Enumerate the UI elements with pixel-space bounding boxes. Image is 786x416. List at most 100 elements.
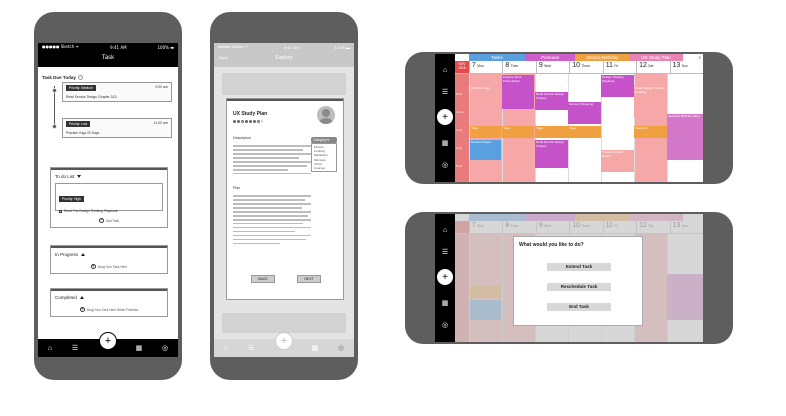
home-icon[interactable]: ⌂	[443, 227, 447, 234]
study-plan-modal: UX Study Plan 4 Description Category ▾ F…	[226, 98, 344, 300]
calendar-event[interactable]: Design Thinking Playbook	[601, 75, 634, 97]
todo-title[interactable]: To do List	[51, 170, 167, 183]
plan-text	[233, 195, 311, 247]
home-icon[interactable]: ⌂	[224, 345, 228, 352]
todo-section: To do List Priority: High Read The Desig…	[50, 167, 168, 228]
chevron-up-icon[interactable]	[79, 296, 84, 299]
category-option[interactable]: Courses	[314, 166, 334, 170]
chevron-up-icon[interactable]	[81, 253, 86, 256]
add-button[interactable]: +	[437, 109, 453, 126]
todo-item[interactable]: Read The Design Thinking Playbook.	[59, 209, 159, 213]
category-dropdown[interactable]: Category ▾ Fitness Cooking Meditation Sk…	[311, 137, 337, 173]
add-task-button[interactable]: + Add Task	[51, 215, 167, 227]
checkbox[interactable]	[59, 209, 62, 213]
task-card[interactable]: Priority: Low 11:00 am Practice Yoga 20 …	[62, 118, 172, 138]
calendar-event[interactable]: Yoga	[535, 126, 568, 138]
tab-personal[interactable]: Personal	[525, 54, 575, 61]
side-nav: ⌂ ☰ + ▦ ◎	[435, 54, 455, 182]
tab-ux-study-plan[interactable]: UX Study Plan	[629, 54, 683, 61]
calendar-event[interactable]: Review Project	[470, 140, 501, 160]
list-icon[interactable]: ☰	[72, 344, 78, 352]
globe-icon[interactable]: ◎	[442, 321, 448, 329]
completed-title[interactable]: Completed	[51, 291, 167, 304]
day-header-cell[interactable]: 10 Thurs	[569, 61, 602, 73]
down-arrow-icon: ▾	[90, 263, 96, 269]
add-button[interactable]: +	[99, 332, 117, 350]
status-bar: ●●●●● Sketch ᯤ 9:41 AM 100% ▬	[214, 43, 354, 51]
reschedule-task-button[interactable]: Reschedule Task	[547, 283, 611, 291]
priority-tag: Priority: Medium	[66, 85, 96, 91]
battery: 100% ▬	[157, 44, 174, 50]
calendar-event[interactable]: Practice Yoga	[470, 86, 501, 102]
task-card[interactable]: Priority: Medium 9:00 am Read Service De…	[62, 82, 172, 102]
category-options: Fitness Cooking Meditation Skincare UX/U…	[311, 143, 337, 173]
calendar-event[interactable]: Study UX	[634, 126, 667, 138]
due-heading: Task Due Today	[38, 67, 178, 82]
carrier: ●●●●● Sketch ᯤ	[42, 44, 80, 49]
globe-icon[interactable]: ◎	[338, 344, 344, 352]
calendar-icon[interactable]: ▦	[312, 344, 319, 352]
tablet-task-dialog: ⌂ ☰ + ▦ ◎ 7 Mon 8 Tues 9 Wed 10 Thurs 11…	[405, 212, 733, 344]
calendar-event[interactable]: Read Design Thinking Reading	[634, 86, 667, 118]
background-card	[222, 313, 346, 333]
next-button[interactable]: NEXT	[297, 275, 321, 283]
day-header-cell[interactable]: 7 Mon	[469, 61, 502, 73]
plus-icon: +	[98, 217, 104, 223]
drop-zone[interactable]: ▾ Drag Your Task Here	[51, 261, 167, 273]
list-icon[interactable]: ☰	[442, 88, 448, 96]
list-icon[interactable]: ☰	[248, 344, 254, 352]
calendar-event[interactable]: Prepare Work Presentation	[502, 75, 534, 109]
home-icon[interactable]: ⌂	[48, 345, 52, 352]
week-grid: 9 am 11 am 1 pm 3 pm 5 pm Prepare Work Prese…	[455, 74, 703, 182]
task-text: Read Service Design Chapter 2&3.	[66, 95, 118, 99]
calendar-event[interactable]: Read Service Design Chapter	[535, 92, 568, 110]
info-icon[interactable]	[77, 75, 83, 80]
calendar-icon[interactable]: ▦	[136, 344, 143, 352]
plan-label: Plan	[233, 186, 241, 190]
timeline-dot	[52, 124, 57, 129]
calendar-event[interactable]: Yoga	[470, 126, 501, 138]
phone-task: ●●●●● Sketch ᯤ 9:41 AM 100% ▬ Task Task …	[34, 12, 182, 380]
back-button[interactable]: BACK	[251, 275, 275, 283]
explore-screen: ●●●●● Sketch ᯤ 9:41 AM 100% ▬ Back Explo…	[214, 43, 354, 357]
calendar-icon[interactable]: ▦	[442, 299, 449, 307]
tab-tasks[interactable]: Tasks	[469, 54, 525, 61]
extend-task-button[interactable]: Extend Task	[547, 263, 611, 271]
calendar-event[interactable]: Grocery Shopping	[568, 102, 601, 124]
calendar-event[interactable]: Jessica's Birthday Party	[667, 114, 703, 160]
calendar-event[interactable]: Yoga	[502, 126, 534, 138]
day-header-cell[interactable]: 11 Fri	[602, 61, 636, 73]
todo-task-card[interactable]: Priority: High Read The Design Thinking …	[55, 183, 163, 213]
avatar[interactable]	[317, 106, 335, 124]
list-icon[interactable]: ☰	[442, 248, 448, 256]
add-button[interactable]: +	[275, 332, 293, 350]
end-task-button[interactable]: End Task	[547, 303, 611, 311]
search-icon[interactable]: ⌕	[683, 54, 703, 61]
in-progress-title[interactable]: In Progress	[51, 248, 167, 261]
calendar-event[interactable]: Read Service Design Chapter	[535, 140, 568, 168]
calendar-event[interactable]: Prepare Weekly Report	[601, 150, 634, 172]
task-action-dialog: What would you like to do? Extend Task R…	[513, 236, 643, 326]
tab-jessica-birthday[interactable]: Jessica Birthday	[575, 54, 629, 61]
month-label: NOV 2018	[455, 61, 469, 73]
mockup-board: ●●●●● Sketch ᯤ 9:41 AM 100% ▬ Task Task …	[0, 0, 786, 416]
calendar-icon[interactable]: ▦	[442, 139, 449, 147]
day-header-cell[interactable]: 9 Wed	[535, 61, 569, 73]
day-header-cell[interactable]: 12 Sat	[636, 61, 669, 73]
day-header-cell[interactable]: 13 Sun	[669, 61, 703, 73]
drop-zone[interactable]: ▾ Drag Your Task Here When Finished	[51, 304, 167, 316]
calendar-tabs: Tasks Personal Jessica Birthday UX Study…	[455, 54, 703, 61]
add-button[interactable]: +	[437, 269, 453, 286]
completed-section: Completed ▾ Drag Your Task Here When Fin…	[50, 288, 168, 317]
globe-icon[interactable]: ◎	[442, 161, 448, 169]
side-nav: ⌂ ☰ + ▦ ◎	[435, 214, 455, 342]
day-header-cell[interactable]: 8 Tues	[502, 61, 535, 73]
back-link[interactable]: Back	[219, 51, 228, 65]
carrier: ●●●●● Sketch ᯤ	[218, 44, 249, 49]
timeline-dot	[52, 88, 57, 93]
home-icon[interactable]: ⌂	[443, 67, 447, 74]
globe-icon[interactable]: ◎	[162, 344, 168, 352]
chevron-down-icon[interactable]	[77, 175, 82, 178]
calendar-event[interactable]: Yoga	[568, 126, 601, 138]
modal-title: UX Study Plan	[233, 111, 268, 117]
